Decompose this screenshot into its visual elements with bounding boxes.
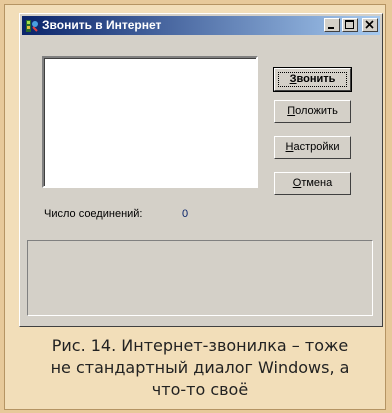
window-title: Звонить в Интернет [42, 18, 162, 32]
settings-button-label: Настройки [285, 141, 340, 153]
maximize-button[interactable] [342, 18, 358, 32]
hangup-button[interactable]: Положить [274, 100, 351, 123]
call-button-label: Звонить [289, 73, 336, 85]
minimize-icon [328, 27, 334, 29]
call-button[interactable]: Звонить [273, 67, 352, 92]
cancel-button-label: Отмена [292, 177, 333, 189]
connections-list[interactable] [42, 56, 258, 188]
status-panel [27, 240, 373, 316]
maximize-icon [345, 20, 354, 29]
caption-line-2: не стандартный диалог Windows, а [50, 358, 350, 377]
hangup-button-label: Положить [287, 105, 338, 117]
title-bar[interactable]: Звонить в Интернет [22, 16, 380, 35]
caption-line-1: Рис. 14. Интернет-звонилка – тоже [51, 336, 349, 355]
cancel-button[interactable]: Отмена [274, 172, 351, 195]
close-button[interactable] [362, 18, 378, 32]
dialog-window: Звонить в Интернет Звонить Положить Наст… [19, 13, 383, 327]
minimize-button[interactable] [324, 18, 340, 32]
figure-frame: Звонить в Интернет Звонить Положить Наст… [4, 4, 386, 410]
connections-count-label: Число соединений: [44, 208, 143, 220]
close-icon [365, 20, 374, 29]
caption-line-3: что-то своё [151, 380, 249, 399]
figure-caption: Рис. 14. Интернет-звонилка – тоже не ста… [9, 335, 391, 401]
phone-globe-icon [26, 20, 38, 32]
connections-count-value: 0 [182, 208, 189, 220]
settings-button[interactable]: Настройки [274, 136, 351, 159]
